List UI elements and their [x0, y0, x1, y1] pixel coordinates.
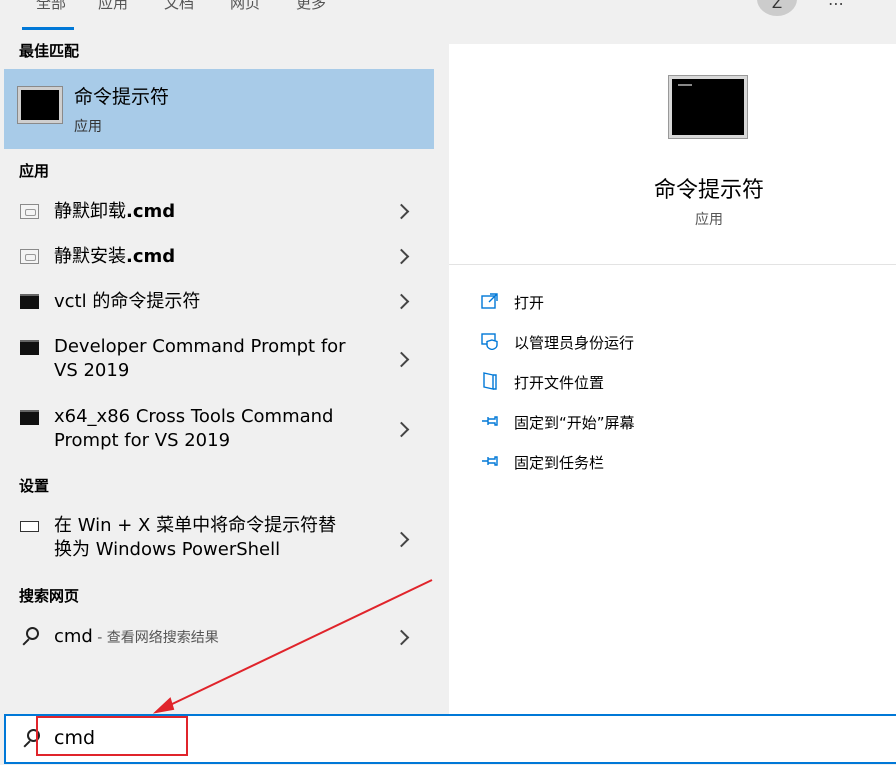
action-label: 固定到“开始”屏幕: [514, 414, 635, 432]
action-open-file-location[interactable]: 打开文件位置: [481, 370, 861, 394]
script-file-icon: [20, 204, 39, 219]
console-icon: [20, 294, 39, 309]
apps-header: 应用: [19, 162, 50, 180]
chevron-right-icon[interactable]: [395, 292, 409, 312]
action-label: 打开: [514, 294, 545, 312]
settings-header: 设置: [19, 477, 50, 495]
action-pin-to-start[interactable]: 固定到“开始”屏幕: [481, 410, 861, 434]
script-file-icon: [20, 249, 39, 264]
chevron-right-icon[interactable]: [395, 628, 409, 648]
folder-location-icon: [483, 372, 497, 390]
command-prompt-icon: [17, 86, 63, 124]
chevron-right-icon[interactable]: [395, 530, 409, 550]
search-icon: [21, 627, 39, 646]
console-icon: [20, 410, 39, 425]
pin-icon: [482, 416, 498, 426]
best-match-item[interactable]: 命令提示符 应用: [4, 69, 434, 149]
chevron-right-icon[interactable]: [395, 247, 409, 267]
best-match-header: 最佳匹配: [19, 42, 80, 60]
action-label: 以管理员身份运行: [514, 334, 635, 352]
tab-web[interactable]: 网页: [230, 0, 260, 13]
monitor-icon: [20, 521, 39, 532]
list-item[interactable]: x64_x86 Cross Tools Command Prompt for VS…: [0, 404, 434, 456]
divider: [449, 264, 896, 265]
chevron-right-icon[interactable]: [395, 420, 409, 440]
annotation-highlight-box: [36, 716, 188, 756]
list-item-label: 静默安装.cmd: [54, 246, 176, 267]
action-run-as-admin[interactable]: 以管理员身份运行: [481, 330, 861, 354]
detail-subtitle: 应用: [695, 212, 723, 228]
list-item[interactable]: vctl 的命令提示符: [0, 286, 434, 320]
list-item[interactable]: 静默安装.cmd: [0, 241, 434, 275]
best-match-subtitle: 应用: [74, 119, 102, 135]
console-icon: [20, 340, 39, 355]
list-item-label: x64_x86 Cross Tools Command Prompt for VS…: [54, 406, 334, 451]
web-search-item[interactable]: cmd - 查看网络搜索结果: [0, 622, 434, 656]
web-search-header: 搜索网页: [19, 587, 80, 605]
list-item-label: cmd - 查看网络搜索结果: [54, 626, 219, 647]
tab-all[interactable]: 全部: [36, 0, 66, 13]
chevron-right-icon[interactable]: [395, 202, 409, 222]
list-item-label: Developer Command Prompt for VS 2019: [54, 336, 346, 381]
pin-icon: [482, 456, 498, 466]
detail-panel: 命令提示符 应用 打开 以管理员身份运行 打开文件位置 固定到“开始”屏幕 固定…: [449, 44, 896, 714]
list-item[interactable]: Developer Command Prompt for VS 2019: [0, 334, 434, 386]
list-item[interactable]: 在 Win + X 菜单中将命令提示符替 换为 Windows PowerShel…: [0, 514, 434, 566]
action-label: 固定到任务栏: [514, 454, 605, 472]
user-avatar[interactable]: Z: [757, 0, 797, 16]
shield-icon: [481, 333, 498, 350]
action-open[interactable]: 打开: [481, 290, 861, 314]
list-item-label: 静默卸载.cmd: [54, 201, 176, 222]
list-item-label: 在 Win + X 菜单中将命令提示符替 换为 Windows PowerShel…: [54, 515, 337, 560]
ellipsis-icon[interactable]: ⋯: [828, 0, 844, 13]
action-label: 打开文件位置: [514, 374, 605, 392]
tab-more[interactable]: 更多: [296, 0, 326, 13]
action-pin-to-taskbar[interactable]: 固定到任务栏: [481, 450, 861, 474]
tab-documents[interactable]: 文档: [164, 0, 194, 13]
avatar-initial: Z: [771, 0, 783, 12]
results-list: 最佳匹配 命令提示符 应用 应用 静默卸载.cmd 静默安装.cmd vctl …: [0, 30, 434, 714]
open-icon: [481, 293, 498, 309]
list-item[interactable]: 静默卸载.cmd: [0, 196, 434, 230]
search-scope-tabs: 全部 应用 文档 网页 更多 Z ⋯: [0, 0, 896, 30]
best-match-title: 命令提示符: [74, 86, 170, 108]
tab-apps[interactable]: 应用: [98, 0, 128, 13]
detail-title: 命令提示符: [653, 178, 764, 203]
list-item-label: vctl 的命令提示符: [54, 291, 201, 312]
command-prompt-icon: [668, 75, 748, 139]
chevron-right-icon[interactable]: [395, 350, 409, 370]
